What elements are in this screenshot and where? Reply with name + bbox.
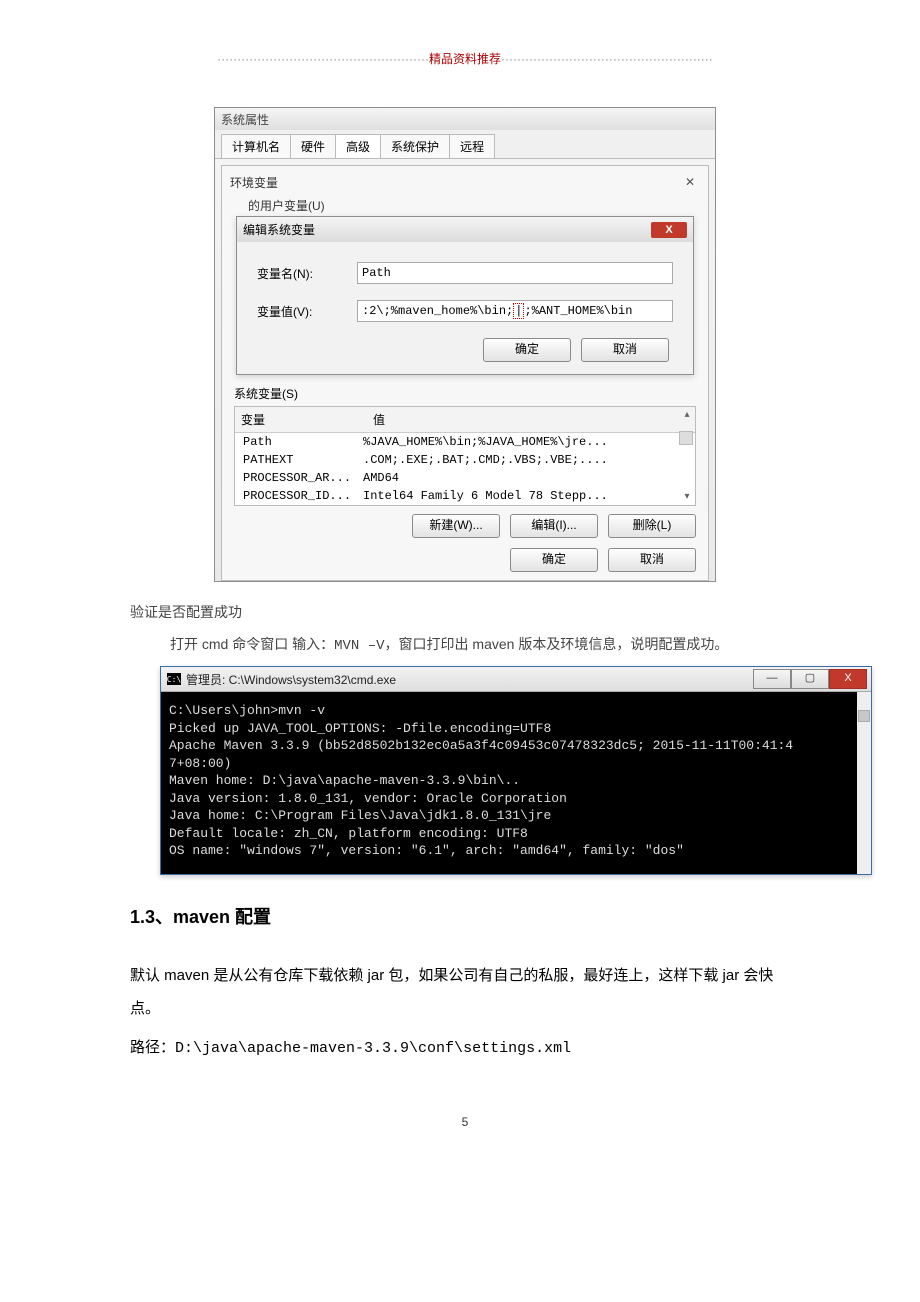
var-name-input[interactable] bbox=[357, 262, 673, 284]
maximize-button[interactable]: ▢ bbox=[791, 669, 829, 689]
list-row[interactable]: PROCESSOR_AR... AMD64 bbox=[235, 469, 695, 487]
cmd-scroll-thumb[interactable] bbox=[858, 710, 870, 722]
list-row[interactable]: PROCESSOR_ID... Intel64 Family 6 Model 7… bbox=[235, 487, 695, 505]
tab-strip: 计算机名 硬件 高级 系统保护 远程 bbox=[215, 130, 715, 159]
list-row[interactable]: PATHEXT .COM;.EXE;.BAT;.CMD;.VBS;.VBE;..… bbox=[235, 451, 695, 469]
cmd-titlebar: C:\ 管理员: C:\Windows\system32\cmd.exe — ▢… bbox=[161, 667, 871, 692]
system-properties-window: 系统属性 计算机名 硬件 高级 系统保护 远程 环境变量 ✕ 的用户变量(U) … bbox=[214, 107, 716, 582]
settings-path: D:\java\apache-maven-3.3.9\conf\settings… bbox=[175, 1040, 571, 1057]
header-mid: 精品资料推荐 bbox=[429, 52, 501, 66]
header-dots-left: ········································… bbox=[217, 52, 429, 66]
sysvars-list: 变量 值 Path %JAVA_HOME%\bin;%JAVA_HOME%\jr… bbox=[234, 406, 696, 506]
window-title: 系统属性 bbox=[221, 111, 269, 128]
envvars-title: 环境变量 bbox=[230, 174, 278, 191]
edit-button[interactable]: 编辑(I)... bbox=[510, 514, 598, 538]
scroll-down-icon[interactable]: ▾ bbox=[681, 491, 693, 503]
page-number: 5 bbox=[130, 1115, 800, 1129]
cancel-button[interactable]: 取消 bbox=[581, 338, 669, 362]
col-header-val: 值 bbox=[367, 407, 695, 432]
close-icon[interactable]: ✕ bbox=[680, 175, 700, 191]
dialog-close-button[interactable]: X bbox=[651, 222, 687, 238]
cmd-close-button[interactable]: X bbox=[829, 669, 867, 689]
col-header-var: 变量 bbox=[235, 407, 367, 432]
edit-dialog-title: 编辑系统变量 bbox=[243, 221, 315, 238]
scroll-thumb[interactable] bbox=[679, 431, 693, 445]
cmd-scrollbar[interactable] bbox=[857, 692, 871, 874]
cmd-icon: C:\ bbox=[167, 673, 181, 685]
paragraph-2: 路径：D:\java\apache-maven-3.3.9\conf\setti… bbox=[130, 1031, 800, 1065]
verify-title: 验证是否配置成功 bbox=[130, 602, 800, 622]
verify-cmd: MVN –V bbox=[334, 638, 384, 654]
tab-computer-name[interactable]: 计算机名 bbox=[221, 134, 291, 158]
verify-instruction: 打开 cmd 命令窗口 输入：MVN –V，窗口打印出 maven 版本及环境信… bbox=[170, 634, 800, 654]
panel-ok-button[interactable]: 确定 bbox=[510, 548, 598, 572]
var-value-prefix[interactable]: :2\;%maven_home%\bin; bbox=[362, 304, 513, 318]
var-value-suffix[interactable]: ;%ANT_HOME%\bin bbox=[524, 304, 632, 318]
ok-button[interactable]: 确定 bbox=[483, 338, 571, 362]
header-line: ········································… bbox=[130, 50, 800, 67]
scroll-up-icon[interactable]: ▴ bbox=[681, 409, 693, 421]
list-row[interactable]: Path %JAVA_HOME%\bin;%JAVA_HOME%\jre... bbox=[235, 433, 695, 451]
var-name-label: 变量名(N): bbox=[257, 265, 357, 282]
envvars-panel: 环境变量 ✕ 的用户变量(U) 编辑系统变量 X 变量名(N): 变量值(V): bbox=[221, 165, 709, 581]
minimize-button[interactable]: — bbox=[753, 669, 791, 689]
edit-sysvar-dialog: 编辑系统变量 X 变量名(N): 变量值(V): :2\;%maven_home… bbox=[236, 216, 694, 375]
section-heading: 1.3、maven 配置 bbox=[130, 903, 800, 929]
delete-button[interactable]: 删除(L) bbox=[608, 514, 696, 538]
panel-cancel-button[interactable]: 取消 bbox=[608, 548, 696, 572]
tab-protect[interactable]: 系统保护 bbox=[380, 134, 450, 158]
tab-hardware[interactable]: 硬件 bbox=[290, 134, 336, 158]
cursor-marker: | bbox=[513, 303, 524, 319]
cmd-window: C:\ 管理员: C:\Windows\system32\cmd.exe — ▢… bbox=[160, 666, 872, 875]
new-button[interactable]: 新建(W)... bbox=[412, 514, 500, 538]
header-dots-right: ········································… bbox=[501, 52, 713, 66]
cmd-title: 管理员: C:\Windows\system32\cmd.exe bbox=[186, 671, 396, 688]
var-value-label: 变量值(V): bbox=[257, 303, 357, 320]
user-vars-label: 的用户变量(U) bbox=[248, 197, 700, 214]
cmd-output: C:\Users\john>mvn -v Picked up JAVA_TOOL… bbox=[161, 692, 871, 874]
tab-remote[interactable]: 远程 bbox=[449, 134, 495, 158]
window-titlebar: 系统属性 bbox=[215, 108, 715, 130]
paragraph-1: 默认 maven 是从公有仓库下载依赖 jar 包，如果公司有自己的私服，最好连… bbox=[130, 959, 800, 1025]
sysvars-label: 系统变量(S) bbox=[234, 385, 700, 402]
tab-advanced[interactable]: 高级 bbox=[335, 134, 381, 158]
